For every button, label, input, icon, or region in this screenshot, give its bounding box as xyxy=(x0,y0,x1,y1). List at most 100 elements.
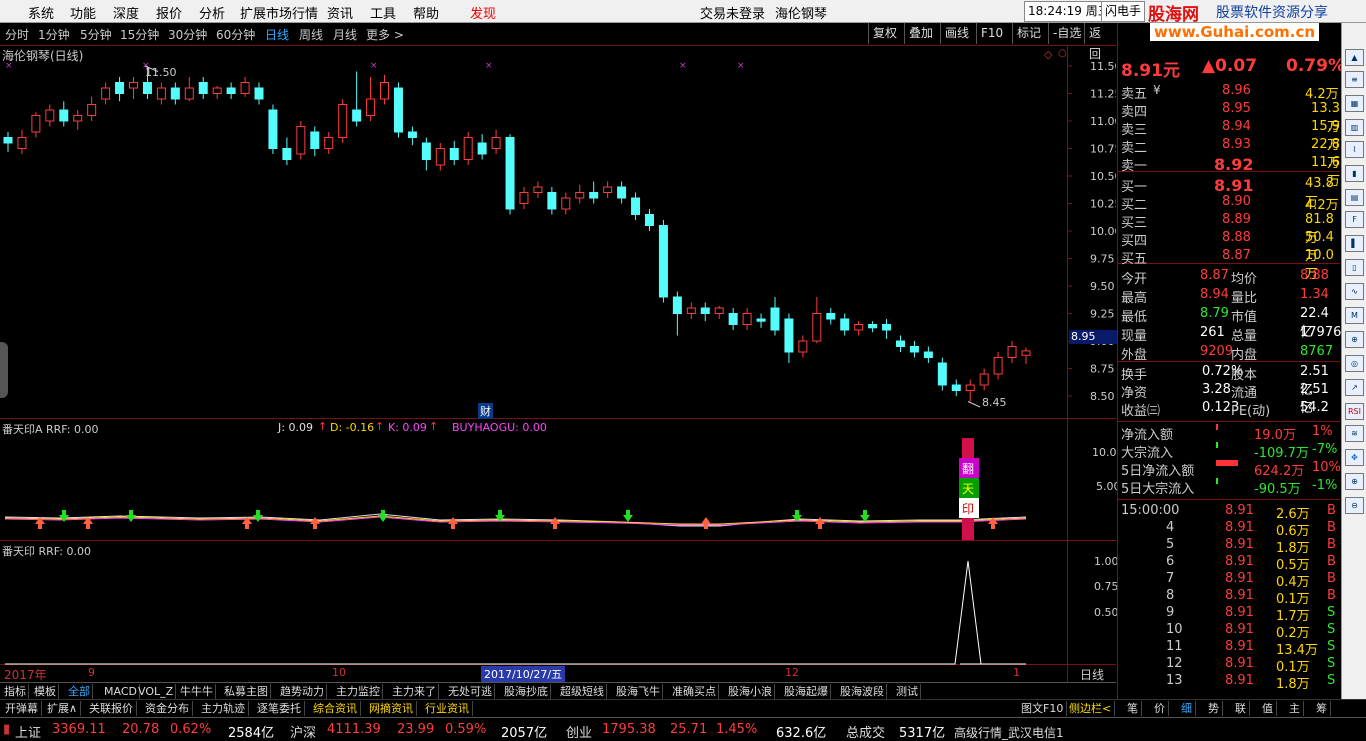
chart-area[interactable]: 11.5011.2511.0010.7510.5010.2510.009.759… xyxy=(0,46,1116,682)
target-icon[interactable]: ◎ xyxy=(1345,355,1364,372)
bottom-tab[interactable]: 扩展∧ xyxy=(44,701,82,716)
candle-body xyxy=(714,307,724,314)
kline-icon[interactable]: ▯ xyxy=(1345,259,1364,276)
period-5min[interactable]: 5分钟 xyxy=(80,26,112,43)
indicator-tab[interactable]: 全部 xyxy=(66,684,93,699)
indicator-tab[interactable]: MACD xyxy=(102,684,140,699)
bottom-tab[interactable]: 开弹幕 xyxy=(2,701,42,716)
menu-analysis[interactable]: 分析 xyxy=(199,3,225,22)
indicator-tab[interactable]: 无处可逃 xyxy=(446,684,495,699)
period-weekly[interactable]: 周线 xyxy=(299,26,323,43)
list-icon[interactable]: ≡ xyxy=(1345,71,1364,88)
rsi-icon[interactable]: RSI xyxy=(1345,403,1364,420)
adjust-button[interactable]: 复权 xyxy=(868,23,901,44)
detail-tab[interactable]: 笔 xyxy=(1124,701,1142,716)
indicator-tab[interactable]: 股海小浪 xyxy=(726,684,775,699)
mark-button[interactable]: 标记 xyxy=(1012,23,1045,44)
menu-help[interactable]: 帮助 xyxy=(413,3,439,22)
bottom-tab[interactable]: 综合资讯 xyxy=(310,701,361,716)
indicator-tab[interactable]: 主力来了 xyxy=(390,684,439,699)
line-chart-icon[interactable]: ⌇ xyxy=(1345,141,1364,158)
detail-tab[interactable]: 联 xyxy=(1232,701,1250,716)
indicator-tab[interactable]: 股海起爆 xyxy=(782,684,831,699)
period-timeshare[interactable]: 分时 xyxy=(5,26,29,43)
period-30min[interactable]: 30分钟 xyxy=(168,26,207,43)
sh-name[interactable]: 上证 xyxy=(15,722,41,741)
zoom-out-icon[interactable]: ⊖ xyxy=(1345,497,1364,514)
indicator-tab[interactable]: 测试 xyxy=(894,684,921,699)
menu-extended-market[interactable]: 扩展市场行情 xyxy=(240,3,318,22)
zoom-in-icon[interactable]: ⊕ xyxy=(1345,473,1364,490)
detail-tab[interactable]: 细 xyxy=(1178,701,1196,716)
menu-depth[interactable]: 深度 xyxy=(113,3,139,22)
bottom-tab[interactable]: 资金分布 xyxy=(142,701,193,716)
bottom-tab[interactable]: 关联报价 xyxy=(86,701,137,716)
finance-marker[interactable]: 财 xyxy=(478,403,493,419)
indicator-tab[interactable]: 股海波段 xyxy=(838,684,887,699)
candle-icon[interactable]: ▮ xyxy=(1345,165,1364,182)
f10-button[interactable]: F10 xyxy=(976,23,1007,44)
menu-tools[interactable]: 工具 xyxy=(370,3,396,22)
report-icon[interactable]: ▤ xyxy=(1345,189,1364,206)
bottom-tab[interactable]: 网摘资讯 xyxy=(366,701,417,716)
indicator-tab[interactable]: 股海飞牛 xyxy=(614,684,663,699)
period-1min[interactable]: 1分钟 xyxy=(38,26,70,43)
trend-icon[interactable]: ↗ xyxy=(1345,379,1364,396)
indicator-tab[interactable]: 私募主图 xyxy=(222,684,271,699)
detail-tab[interactable]: 主 xyxy=(1286,701,1304,716)
detail-tab[interactable]: 势 xyxy=(1205,701,1223,716)
cy-name[interactable]: 创业 xyxy=(566,722,592,741)
indicator-tab[interactable]: 超级短线 xyxy=(558,684,607,699)
indicator-tab[interactable]: 趋势动力 xyxy=(278,684,327,699)
period-15min[interactable]: 15分钟 xyxy=(120,26,159,43)
history-icon[interactable]: ≋ xyxy=(1345,425,1364,442)
menu-news[interactable]: 资讯 xyxy=(327,3,353,22)
menu-discover[interactable]: 发现 xyxy=(470,3,496,22)
detail-tab[interactable]: 值 xyxy=(1259,701,1277,716)
period-more[interactable]: 更多 > xyxy=(366,26,404,43)
compare-icon[interactable]: ⊕ xyxy=(1345,331,1364,348)
grid-icon[interactable]: ▦ xyxy=(1345,95,1364,112)
candle-body xyxy=(73,115,83,122)
sz-name[interactable]: 沪深 xyxy=(290,722,316,741)
detail-tab[interactable]: 价 xyxy=(1151,701,1169,716)
indicator-tab[interactable]: 主力监控 xyxy=(334,684,383,699)
server-status[interactable]: 高级行情_武汉电信1 xyxy=(954,724,1064,741)
indicator-tab[interactable]: 指标 xyxy=(2,684,29,699)
chart-icon[interactable]: ▲ xyxy=(1345,49,1364,66)
period-60min[interactable]: 60分钟 xyxy=(216,26,255,43)
bottom-tab[interactable]: 逐笔委托 xyxy=(254,701,305,716)
vol-icon[interactable]: ▌ xyxy=(1345,235,1364,252)
sh-pct: 0.62% xyxy=(170,722,212,737)
menu-quote[interactable]: 报价 xyxy=(156,3,182,22)
detail-tab[interactable]: 筹 xyxy=(1313,701,1331,716)
trade-status[interactable]: 交易未登录 xyxy=(700,3,765,22)
sidebar-toggle[interactable]: 侧边栏< xyxy=(1066,701,1116,716)
menu-function[interactable]: 功能 xyxy=(70,3,96,22)
back-button[interactable]: 返回 xyxy=(1084,23,1116,61)
bars-icon[interactable]: ▥ xyxy=(1345,119,1364,136)
bottom-tab[interactable]: 行业资讯 xyxy=(422,701,473,716)
macd-icon[interactable]: M xyxy=(1345,307,1364,324)
quote-panel: 8.91元 ▲0.07 0.79% 卖五 ¥8.96 4.2万 卖四 8.95 13.3万… xyxy=(1117,23,1345,717)
tick-side: B xyxy=(1327,588,1336,603)
indicator-tab[interactable]: 准确买点 xyxy=(670,684,719,699)
f10-icon[interactable]: F xyxy=(1345,211,1364,228)
overlay-button[interactable]: 叠加 xyxy=(904,23,937,44)
period-monthly[interactable]: 月线 xyxy=(333,26,357,43)
wave-icon[interactable]: ∿ xyxy=(1345,283,1364,300)
f10-text-tab[interactable]: 图文F10 xyxy=(1018,701,1068,716)
remove-watchlist-button[interactable]: -自选 xyxy=(1048,23,1085,44)
indicator-tab[interactable]: 股海抄底 xyxy=(502,684,551,699)
indicator-tab[interactable]: 模板 xyxy=(32,684,59,699)
candle-body xyxy=(840,318,850,331)
indicator-tab[interactable]: VOL_Z xyxy=(136,684,177,699)
draw-button[interactable]: 画线 xyxy=(940,23,973,44)
move-icon[interactable]: ✥ xyxy=(1345,449,1364,466)
flash-trade-button[interactable]: 闪电手 xyxy=(1101,1,1146,22)
menu-system[interactable]: 系统 xyxy=(28,3,54,22)
period-daily[interactable]: 日线 xyxy=(265,26,289,43)
bottom-tab[interactable]: 主力轨迹 xyxy=(198,701,249,716)
left-panel-handle[interactable] xyxy=(0,342,8,398)
indicator-tab[interactable]: 牛牛牛 xyxy=(178,684,216,699)
